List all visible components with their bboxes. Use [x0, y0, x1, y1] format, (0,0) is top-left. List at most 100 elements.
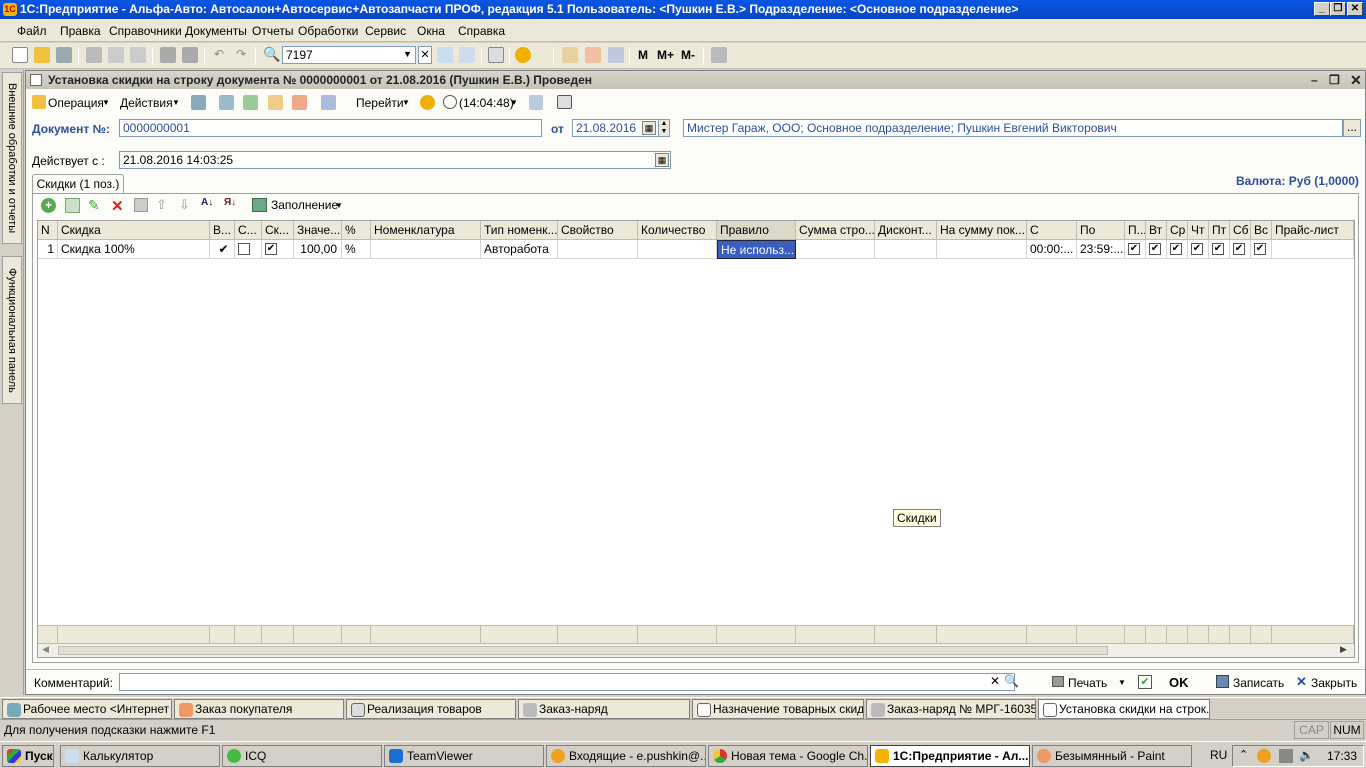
column-header[interactable]: Сб [1230, 221, 1251, 240]
print-dropdown-icon[interactable]: ▼ [1118, 678, 1126, 687]
search-clear-icon[interactable]: ✕ [418, 46, 432, 64]
column-header[interactable]: По [1077, 221, 1125, 240]
column-header[interactable]: Прайс-лист [1272, 221, 1354, 240]
column-header[interactable]: Скидка [58, 221, 210, 240]
delete-row-icon[interactable]: ✕ [111, 197, 124, 215]
taskbar-icq[interactable]: ICQ [222, 745, 382, 767]
column-header[interactable]: Дисконт... [875, 221, 937, 240]
checkbox-checked[interactable]: ✔ [1233, 243, 1245, 255]
new-doc-icon[interactable] [12, 47, 28, 63]
table-cell-day[interactable]: ✔ [1188, 240, 1209, 259]
column-header[interactable]: На сумму пок... [937, 221, 1027, 240]
undo-icon[interactable]: ↶ [214, 47, 224, 61]
table-cell-day[interactable]: ✔ [1146, 240, 1167, 259]
table-cell-value[interactable]: 100,00 [294, 240, 342, 259]
search-input[interactable]: 7197 [282, 46, 416, 64]
menu-file[interactable]: Файл [17, 24, 47, 38]
tab-discounts[interactable]: Скидки (1 поз.) [32, 174, 124, 194]
search-dropdown-icon[interactable]: ▼ [403, 49, 412, 59]
cut-icon[interactable] [86, 47, 102, 63]
table-cell-property[interactable] [558, 240, 638, 259]
table-cell-nomenclature[interactable] [371, 240, 481, 259]
table-cell-percent[interactable]: % [342, 240, 371, 259]
help-icon[interactable] [420, 95, 435, 110]
operation-menu[interactable]: Операция [48, 96, 104, 110]
taskbar-calculator[interactable]: Калькулятор [60, 745, 220, 767]
table-cell-discount-card[interactable] [875, 240, 937, 259]
menu-processing[interactable]: Обработки [298, 24, 358, 38]
checkbox-checked[interactable]: ✔ [1149, 243, 1161, 255]
table-cell-n[interactable]: 1 [38, 240, 58, 259]
refresh-icon[interactable] [243, 95, 258, 110]
organization-select-button[interactable]: ... [1343, 119, 1361, 137]
search-prev-icon[interactable] [459, 47, 475, 63]
column-header[interactable]: Сумма стро... [796, 221, 875, 240]
window-tab-customer-order[interactable]: Заказ покупателя [174, 699, 344, 719]
column-header[interactable]: Вс [1251, 221, 1272, 240]
column-header[interactable]: В... [210, 221, 235, 240]
move-up-icon[interactable]: ⇧ [156, 197, 167, 213]
save-button[interactable]: Записать [1233, 676, 1284, 690]
menu-documents[interactable]: Документы [185, 24, 247, 38]
valid-from-field[interactable]: 21.08.2016 14:03:25 [119, 151, 671, 169]
calculator-icon[interactable] [562, 47, 578, 63]
column-header[interactable]: Чт [1188, 221, 1209, 240]
table-cell-checkbox[interactable]: ✔ [262, 240, 294, 259]
date-calendar-icon[interactable]: ▦ [642, 121, 656, 135]
taskbar-mail[interactable]: Входящие - e.pushkin@... [546, 745, 706, 767]
close-app-button[interactable]: ✕ [1347, 2, 1363, 16]
tab-external-reports[interactable]: Внешние обработки и отчеты [2, 72, 22, 244]
column-header[interactable]: Свойство [558, 221, 638, 240]
redo-icon[interactable]: ↷ [236, 47, 246, 61]
menu-windows[interactable]: Окна [417, 24, 445, 38]
copy-doc-icon[interactable] [268, 95, 283, 110]
tools-icon[interactable] [711, 47, 727, 63]
table-cell-checkmark[interactable]: ✔ [210, 240, 235, 259]
column-header[interactable]: П... [1125, 221, 1146, 240]
table-cell-day[interactable]: ✔ [1251, 240, 1272, 259]
tab-functional-panel[interactable]: Функциональная панель [2, 256, 22, 404]
search-next-icon[interactable] [437, 47, 453, 63]
memory-button[interactable]: М [638, 48, 648, 62]
users-icon[interactable] [608, 47, 624, 63]
scrollbar-thumb[interactable] [58, 646, 1108, 655]
menu-reports[interactable]: Отчеты [252, 24, 293, 38]
document-time[interactable]: (14:04:48) [459, 96, 514, 110]
list-view-icon[interactable] [557, 95, 572, 109]
ok-button[interactable]: OK [1169, 675, 1189, 690]
open-icon[interactable] [34, 47, 50, 63]
window-tab-sales[interactable]: Реализация товаров [346, 699, 516, 719]
scroll-right-icon[interactable]: ▶ [1340, 644, 1347, 655]
column-header[interactable]: Количество [638, 221, 717, 240]
table-cell-discount[interactable]: Скидка 100% [58, 240, 210, 259]
fill-dropdown-icon[interactable]: ▼ [335, 201, 343, 210]
column-header[interactable]: Ск... [262, 221, 294, 240]
column-header[interactable]: С [1027, 221, 1077, 240]
window-tab-work-order[interactable]: Заказ-наряд [518, 699, 690, 719]
menu-edit[interactable]: Правка [60, 24, 101, 38]
table-cell-purchase-sum[interactable] [937, 240, 1027, 259]
print-button[interactable]: Печать [1068, 676, 1107, 690]
network-icon[interactable] [1279, 749, 1293, 763]
tray-app-icon[interactable] [1257, 749, 1271, 763]
table-cell-checkbox[interactable] [235, 240, 262, 259]
taskbar-chrome[interactable]: Новая тема - Google Ch... [708, 745, 868, 767]
language-indicator[interactable]: RU [1210, 748, 1227, 762]
table-cell-day[interactable]: ✔ [1230, 240, 1251, 259]
windows-icon[interactable] [488, 47, 504, 63]
info-icon[interactable] [515, 47, 531, 63]
tree-icon[interactable] [529, 95, 543, 110]
movements-icon[interactable] [292, 95, 307, 110]
column-header[interactable]: Ср [1167, 221, 1188, 240]
save-icon[interactable] [56, 47, 72, 63]
valid-from-calendar-icon[interactable]: ▦ [655, 153, 669, 167]
based-on-icon[interactable] [321, 95, 336, 110]
checkbox-checked[interactable]: ✔ [1254, 243, 1266, 255]
scroll-left-icon[interactable]: ◀ [42, 644, 49, 655]
volume-icon[interactable]: 🔈 [1299, 748, 1314, 762]
document-number-field[interactable]: 0000000001 [119, 119, 542, 137]
checkbox-checked[interactable]: ✔ [1212, 243, 1224, 255]
column-header[interactable]: % [342, 221, 371, 240]
comment-field[interactable] [119, 673, 1015, 691]
calendar-icon[interactable] [585, 47, 601, 63]
